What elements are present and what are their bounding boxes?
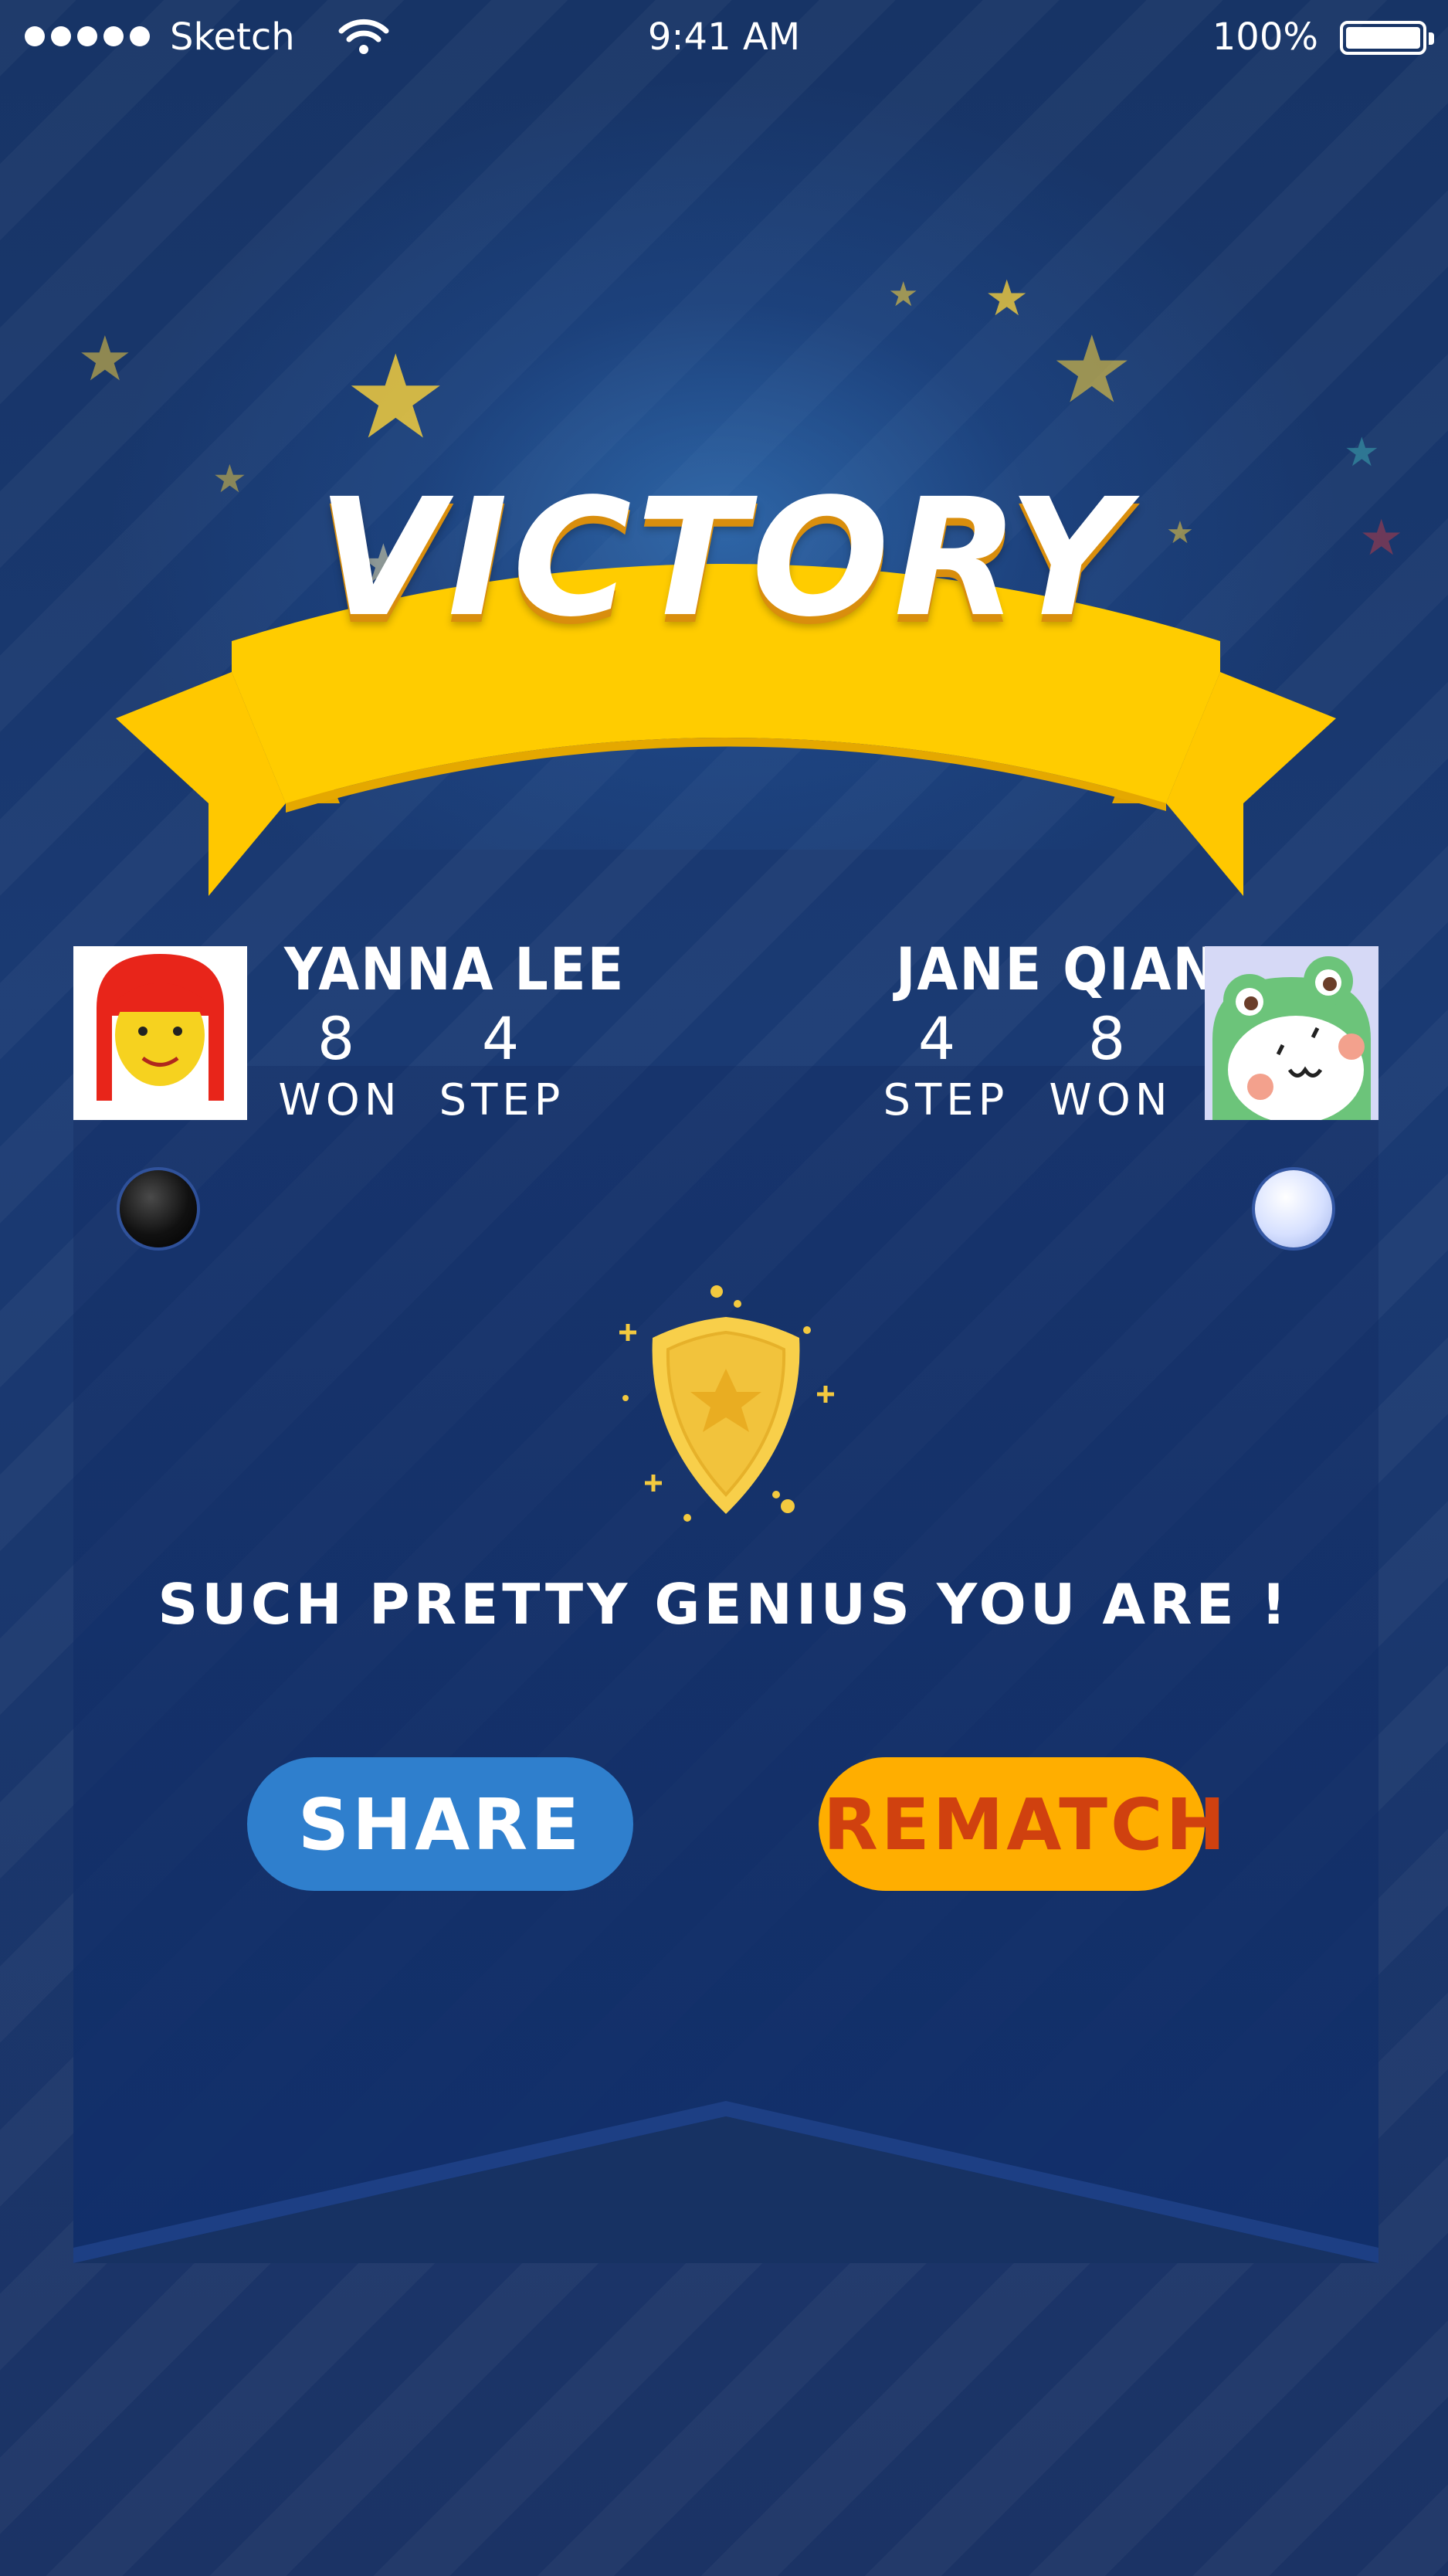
battery-icon xyxy=(1340,21,1434,55)
shield-star-icon xyxy=(619,1285,834,1522)
star-icon: ★ xyxy=(985,270,1029,328)
player-right-step-label: STEP xyxy=(883,1075,1009,1125)
player-left-step-label: STEP xyxy=(439,1075,565,1125)
battery-percentage: 100% xyxy=(1212,15,1318,59)
avatar-player-right[interactable] xyxy=(1205,946,1378,1120)
victory-title: VICTORY xyxy=(317,463,1131,653)
star-icon: ★ xyxy=(77,323,133,395)
player-right-name: JANE QIAN xyxy=(896,935,1219,1003)
white-stone-icon xyxy=(1255,1170,1332,1247)
star-icon: ★ xyxy=(888,275,919,314)
player-right-step-value: 4 xyxy=(917,1004,956,1073)
rematch-button[interactable]: REMATCH xyxy=(819,1757,1226,1891)
share-button[interactable]: SHARE xyxy=(247,1757,633,1891)
player-left-won-value: 8 xyxy=(317,1004,355,1073)
player-left-won-label: WON xyxy=(278,1075,402,1125)
player-left-name: YANNA LEE xyxy=(284,935,626,1003)
panel-bottom-chevron xyxy=(73,2101,1378,2263)
avatar-player-left[interactable] xyxy=(73,946,247,1120)
star-icon: ★ xyxy=(1050,317,1134,424)
black-stone-icon xyxy=(120,1170,197,1247)
player-right-won-label: WON xyxy=(1049,1075,1172,1125)
status-bar: Sketch 9:41 AM 100% xyxy=(0,0,1448,77)
star-icon: ★ xyxy=(344,331,448,465)
player-right-won-value: 8 xyxy=(1087,1004,1126,1073)
player-left-step-value: 4 xyxy=(481,1004,520,1073)
result-panel xyxy=(73,1066,1378,2259)
congratulation-message: SUCH PRETTY GENIUS YOU ARE ! xyxy=(158,1572,1290,1637)
